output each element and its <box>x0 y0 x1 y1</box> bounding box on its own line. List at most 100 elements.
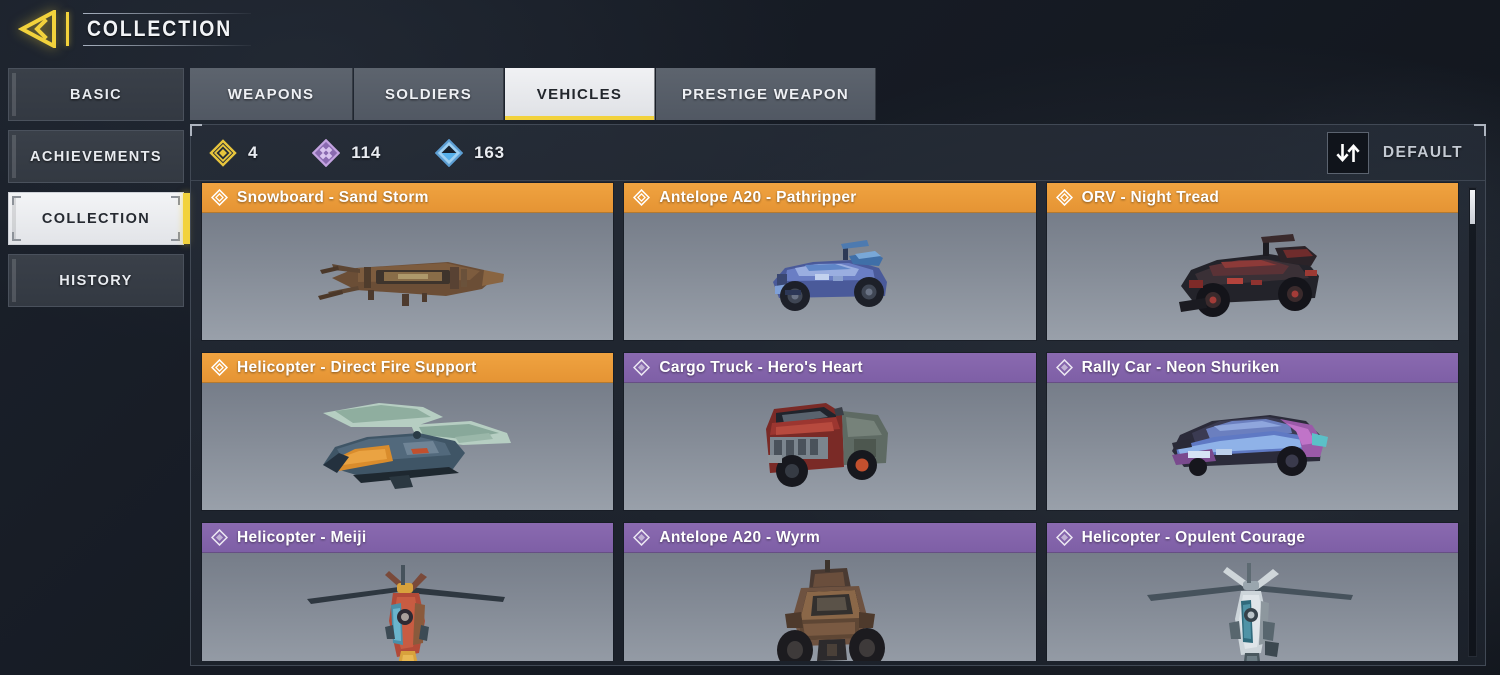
card-title: Rally Car - Neon Shuriken <box>1081 358 1280 376</box>
card-title: Helicopter - Meiji <box>237 528 367 546</box>
sort-arrows-icon <box>1336 143 1360 162</box>
tab-label: SOLDIERS <box>384 85 473 103</box>
card-header: Antelope A20 - Pathripper <box>624 183 1036 213</box>
card-header: Helicopter - Direct Fire Support <box>202 353 614 383</box>
collection-screen: COLLECTION BASIC ACHIEVEMENTS COLLECTION… <box>0 0 1500 675</box>
rarity-diamond-icon <box>1055 189 1073 206</box>
rarity-diamond-icon <box>633 189 651 206</box>
back-button[interactable] <box>12 6 64 52</box>
card-header: Cargo Truck - Hero's Heart <box>624 353 1036 383</box>
corner-marker <box>12 196 21 205</box>
card-artwork <box>1046 383 1458 510</box>
heli-teal-vehicle-art <box>322 402 511 489</box>
card-artwork <box>624 383 1036 510</box>
sort-mode-label: DEFAULT <box>1382 143 1463 161</box>
page-title: COLLECTION <box>87 15 233 41</box>
main-panel: WEAPONS SOLDIERS VEHICLES PRESTIGE WEAPO… <box>190 68 1486 666</box>
rarity-diamond-icon <box>633 529 651 546</box>
tab-label: PRESTIGE WEAPON <box>682 85 850 103</box>
collection-card[interactable]: Antelope A20 - Pathripper <box>623 182 1037 341</box>
orv-red-vehicle-art <box>1178 233 1319 317</box>
legendary-diamond-icon <box>209 138 237 167</box>
card-header: Snowboard - Sand Storm <box>202 183 614 213</box>
stat-epic: 114 <box>312 138 381 167</box>
sort-controls: DEFAULT <box>1326 131 1471 174</box>
rarity-diamond-icon <box>211 529 228 546</box>
corner-marker <box>12 232 21 241</box>
stats-bar: 4 114 163 DEFAULT <box>191 125 1485 181</box>
card-artwork <box>1046 213 1458 340</box>
collection-card[interactable]: Snowboard - Sand Storm <box>201 182 615 341</box>
stat-rare: 163 <box>435 138 505 167</box>
card-artwork <box>202 553 614 661</box>
card-artwork <box>624 553 1036 661</box>
sidebar-item-collection[interactable]: COLLECTION <box>8 192 190 245</box>
sort-button[interactable] <box>1326 131 1369 174</box>
collection-card[interactable]: Antelope A20 - Wyrm <box>623 522 1037 661</box>
snowboard-vehicle-art <box>317 261 504 306</box>
back-arrow-icon <box>18 10 56 48</box>
sidebar-item-basic[interactable]: BASIC <box>8 68 184 121</box>
tab-label: WEAPONS <box>227 85 315 103</box>
tab-prestige-weapon[interactable]: PRESTIGE WEAPON <box>656 68 877 120</box>
truck-red-vehicle-art <box>765 402 888 487</box>
collection-card[interactable]: Helicopter - Meiji <box>201 522 615 661</box>
content-panel: 4 114 163 DEFAULT Snowboard - Sand Storm… <box>190 124 1486 666</box>
stat-value: 4 <box>248 142 259 162</box>
tab-vehicles[interactable]: VEHICLES <box>505 68 655 120</box>
sidebar-item-achievements[interactable]: ACHIEVEMENTS <box>8 130 184 183</box>
stat-value: 163 <box>474 142 505 162</box>
buggy-front-rust-vehicle-art <box>776 559 885 661</box>
card-artwork <box>202 383 614 510</box>
sidebar-item-label: COLLECTION <box>41 210 151 227</box>
grid-scrollbar[interactable] <box>1468 187 1477 657</box>
card-title: Helicopter - Opulent Courage <box>1081 528 1306 546</box>
corner-marker <box>171 196 180 205</box>
sidebar-item-label: BASIC <box>69 86 123 103</box>
title-divider <box>66 12 69 46</box>
rarity-diamond-icon <box>1055 529 1073 546</box>
card-header: Helicopter - Opulent Courage <box>1046 523 1458 553</box>
card-header: Rally Car - Neon Shuriken <box>1046 353 1458 383</box>
card-title: ORV - Night Tread <box>1081 188 1220 206</box>
collection-grid: Snowboard - Sand Storm Antelope A20 - Pa… <box>201 182 1459 661</box>
collection-card[interactable]: ORV - Night Tread <box>1045 182 1459 341</box>
collection-grid-viewport: Snowboard - Sand Storm Antelope A20 - Pa… <box>201 182 1459 661</box>
tab-weapons[interactable]: WEAPONS <box>190 68 353 120</box>
card-title: Helicopter - Direct Fire Support <box>237 358 477 376</box>
sidebar-item-history[interactable]: HISTORY <box>8 254 184 307</box>
tab-bar: WEAPONS SOLDIERS VEHICLES PRESTIGE WEAPO… <box>190 68 1486 120</box>
header-bar: COLLECTION <box>0 0 1500 58</box>
sidebar-item-label: ACHIEVEMENTS <box>29 148 162 165</box>
sidebar-item-label: HISTORY <box>59 272 133 289</box>
page-title-wrap: COLLECTION <box>83 12 260 46</box>
rarity-diamond-icon <box>633 359 651 376</box>
card-artwork <box>202 213 614 340</box>
stat-legendary: 4 <box>209 138 259 167</box>
card-artwork <box>1046 553 1458 661</box>
tab-label: VEHICLES <box>536 85 623 103</box>
rarity-diamond-icon <box>1055 359 1073 376</box>
grid-scrollbar-thumb[interactable] <box>1470 190 1475 224</box>
card-header: Antelope A20 - Wyrm <box>624 523 1036 553</box>
heli-front-teal-vehicle-art <box>1147 562 1354 661</box>
rarity-diamond-icon <box>211 189 228 206</box>
collection-card[interactable]: Helicopter - Opulent Courage <box>1045 522 1459 661</box>
rare-diamond-icon <box>435 138 464 167</box>
collection-card[interactable]: Rally Car - Neon Shuriken <box>1045 352 1459 511</box>
collection-card[interactable]: Cargo Truck - Hero's Heart <box>623 352 1037 511</box>
sidebar: BASIC ACHIEVEMENTS COLLECTION HISTORY <box>8 68 190 307</box>
rarity-diamond-icon <box>211 359 228 376</box>
rally-neon-vehicle-art <box>1172 414 1329 476</box>
card-title: Antelope A20 - Pathripper <box>659 188 857 206</box>
buggy-blue-vehicle-art <box>772 239 887 311</box>
card-title: Snowboard - Sand Storm <box>237 188 429 206</box>
corner-marker <box>171 232 180 241</box>
card-header: Helicopter - Meiji <box>202 523 614 553</box>
card-title: Cargo Truck - Hero's Heart <box>659 358 863 376</box>
tab-soldiers[interactable]: SOLDIERS <box>354 68 504 120</box>
collection-card[interactable]: Helicopter - Direct Fire Support <box>201 352 615 511</box>
card-artwork <box>624 213 1036 340</box>
epic-diamond-icon <box>312 138 341 167</box>
card-header: ORV - Night Tread <box>1046 183 1458 213</box>
